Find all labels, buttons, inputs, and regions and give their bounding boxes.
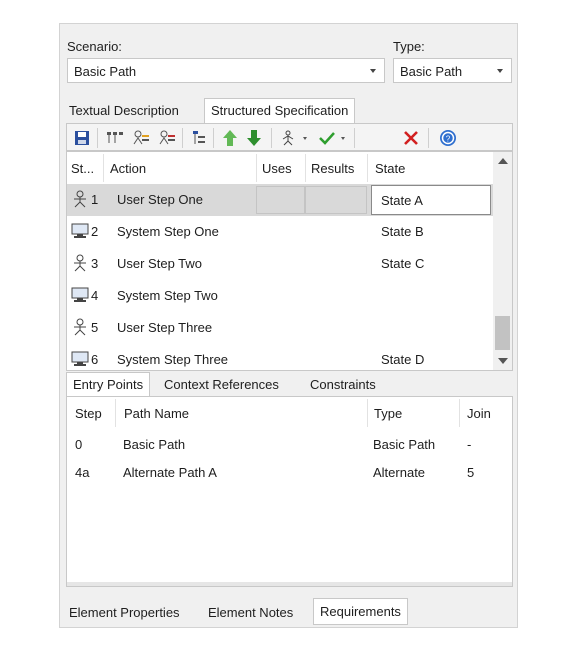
delete-icon[interactable]	[400, 127, 422, 149]
type-select[interactable]: Basic Path	[393, 58, 512, 83]
entry-type: Alternate	[373, 465, 426, 480]
col-type[interactable]: Type	[374, 406, 402, 421]
col-step[interactable]: St...	[71, 161, 94, 176]
entry-join: 5	[467, 465, 475, 480]
step-number: 3	[91, 256, 99, 271]
tab-structured-specification[interactable]: Structured Specification	[204, 98, 356, 124]
table-row[interactable]: 1 User Step One State A	[67, 184, 493, 216]
step-action: System Step Two	[117, 288, 218, 303]
step-action: System Step Three	[117, 352, 229, 367]
step-number: 5	[91, 320, 99, 335]
scroll-down-icon[interactable]	[498, 358, 508, 364]
chevron-down-icon	[497, 69, 503, 73]
col-results[interactable]: Results	[311, 161, 354, 176]
step-action: User Step One	[117, 192, 203, 207]
actor-icon	[74, 254, 86, 272]
help-icon[interactable]: ?	[437, 127, 459, 149]
system-icon	[71, 223, 89, 238]
scenario-select[interactable]: Basic Path	[67, 58, 385, 83]
scroll-up-icon[interactable]	[498, 158, 508, 164]
tab-element-properties[interactable]: Element Properties	[63, 601, 186, 623]
save-icon[interactable]	[71, 127, 93, 149]
steps-grid: St... Action Uses Results State 1 User S…	[66, 151, 513, 371]
col-path-name[interactable]: Path Name	[124, 406, 189, 421]
type-value: Basic Path	[400, 64, 463, 79]
move-up-icon[interactable]	[219, 127, 241, 149]
actor-icon	[74, 318, 86, 336]
table-row[interactable]: 2 System Step One State B	[67, 216, 493, 248]
table-row[interactable]: 6 System Step Three State D	[67, 344, 493, 370]
insert-steps-icon[interactable]	[104, 127, 126, 149]
table-row[interactable]: 0 Basic Path Basic Path -	[67, 429, 512, 457]
tab-requirements[interactable]: Requirements	[313, 598, 408, 625]
step-state: State B	[381, 224, 424, 239]
tab-entry-points[interactable]: Entry Points	[66, 372, 151, 397]
step-state: State D	[381, 352, 425, 367]
tab-constraints[interactable]: Constraints	[304, 373, 382, 395]
step-action: User Step Two	[117, 256, 203, 271]
tab-textual-description[interactable]: Textual Description	[63, 99, 185, 121]
col-action[interactable]: Action	[110, 161, 146, 176]
step-number: 1	[91, 192, 99, 207]
entry-points-scrollbar[interactable]	[67, 582, 512, 586]
generate-diagram-icon[interactable]	[278, 127, 312, 149]
entry-join: -	[467, 437, 472, 452]
steps-grid-header: St... Action Uses Results State	[67, 152, 493, 184]
add-system-step-icon[interactable]	[156, 127, 178, 149]
hierarchy-icon[interactable]	[188, 127, 210, 149]
entry-points-header: Step Path Name Type Join	[67, 397, 512, 429]
system-icon	[71, 287, 89, 302]
system-icon	[71, 351, 89, 366]
svg-text:?: ?	[446, 135, 451, 144]
col-uses[interactable]: Uses	[262, 161, 292, 176]
scenario-value: Basic Path	[74, 64, 137, 79]
tab-context-references[interactable]: Context References	[158, 373, 285, 395]
steps-grid-scrollbar[interactable]	[493, 152, 512, 370]
step-number: 2	[91, 224, 99, 239]
type-label: Type:	[393, 39, 425, 54]
step-action: User Step Three	[117, 320, 213, 335]
step-number: 4	[91, 288, 99, 303]
scroll-thumb[interactable]	[495, 316, 510, 350]
step-number: 6	[91, 352, 99, 367]
move-down-icon[interactable]	[243, 127, 265, 149]
entry-points-grid: Step Path Name Type Join 0 Basic Path Ba…	[66, 396, 513, 587]
table-row[interactable]: 3 User Step Two State C	[67, 248, 493, 280]
entry-path-name: Basic Path	[123, 437, 186, 452]
col-state[interactable]: State	[375, 161, 405, 176]
actor-icon	[74, 190, 86, 208]
scenario-label: Scenario:	[67, 39, 122, 54]
col-step[interactable]: Step	[75, 406, 102, 421]
chevron-down-icon	[370, 69, 376, 73]
entry-type: Basic Path	[373, 437, 436, 452]
table-row[interactable]: 4a Alternate Path A Alternate 5	[67, 457, 512, 485]
entry-step: 4a	[75, 465, 90, 480]
validate-icon[interactable]	[316, 127, 350, 149]
table-row[interactable]: 4 System Step Two	[67, 280, 493, 312]
state-edit-field[interactable]: State A	[371, 185, 491, 215]
structured-spec-toolbar: ?	[66, 123, 513, 151]
step-state: State C	[381, 256, 425, 271]
step-action: System Step One	[117, 224, 219, 239]
table-row[interactable]: 5 User Step Three	[67, 312, 493, 344]
tab-element-notes[interactable]: Element Notes	[202, 601, 299, 623]
col-join[interactable]: Join	[467, 406, 491, 421]
entry-step: 0	[75, 437, 83, 452]
entry-path-name: Alternate Path A	[123, 465, 217, 480]
add-actor-step-icon[interactable]	[130, 127, 152, 149]
